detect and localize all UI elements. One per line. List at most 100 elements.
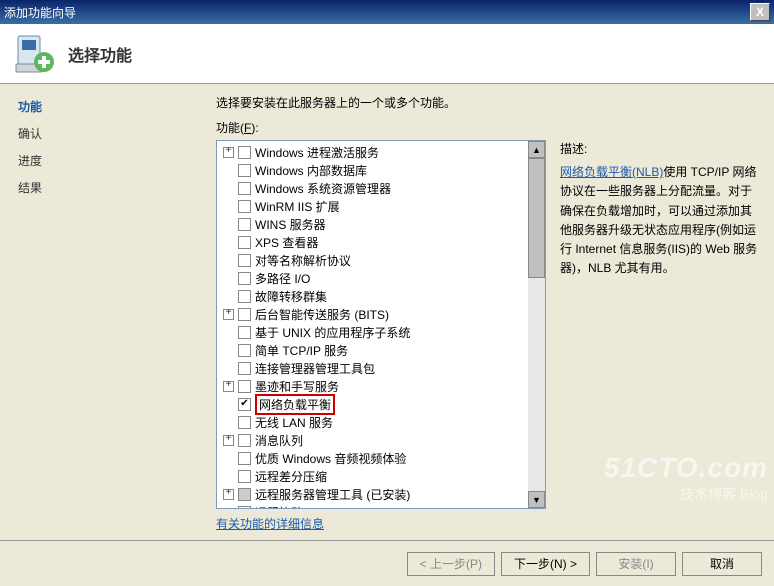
tree-label[interactable]: 后台智能传送服务 (BITS) xyxy=(255,306,389,323)
next-button[interactable]: 下一步(N) > xyxy=(501,552,590,576)
tree-row[interactable]: 连接管理器管理工具包 xyxy=(217,359,545,377)
checkbox[interactable] xyxy=(238,200,251,213)
tree-label[interactable]: 故障转移群集 xyxy=(255,288,327,305)
expand-toggle xyxy=(223,507,234,510)
checkbox[interactable] xyxy=(238,452,251,465)
tree-row[interactable]: 对等名称解析协议 xyxy=(217,251,545,269)
cancel-button[interactable]: 取消 xyxy=(682,552,762,576)
sidebar-step[interactable]: 功能 xyxy=(18,98,182,115)
checkbox[interactable] xyxy=(238,272,251,285)
scroll-down-button[interactable]: ▼ xyxy=(528,491,545,508)
tree-label[interactable]: 优质 Windows 音频视频体验 xyxy=(255,450,406,467)
tree-label[interactable]: 网络负载平衡 xyxy=(255,394,335,415)
tree-row[interactable]: 远程差分压缩 xyxy=(217,467,545,485)
sidebar-step[interactable]: 进度 xyxy=(18,152,182,169)
tree-label[interactable]: 多路径 I/O xyxy=(255,270,310,287)
expand-toggle[interactable]: + xyxy=(223,381,234,392)
prev-button[interactable]: < 上一步(P) xyxy=(407,552,495,576)
description-text: 使用 TCP/IP 网络协议在一些服务器上分配流量。对于确保在负载增加时，可以通… xyxy=(560,165,757,275)
expand-toggle xyxy=(223,201,234,212)
sidebar-step[interactable]: 确认 xyxy=(18,125,182,142)
checkbox[interactable] xyxy=(238,416,251,429)
checkbox[interactable] xyxy=(238,290,251,303)
expand-toggle xyxy=(223,453,234,464)
checkbox[interactable] xyxy=(238,344,251,357)
expand-toggle xyxy=(223,165,234,176)
tree-row[interactable]: 网络负载平衡 xyxy=(217,395,545,413)
checkbox[interactable] xyxy=(238,146,251,159)
tree-row[interactable]: 故障转移群集 xyxy=(217,287,545,305)
checkbox[interactable] xyxy=(238,470,251,483)
tree-row[interactable]: + Windows 进程激活服务 xyxy=(217,143,545,161)
expand-toggle xyxy=(223,273,234,284)
tree-label[interactable]: 对等名称解析协议 xyxy=(255,252,351,269)
more-info-link[interactable]: 有关功能的详细信息 xyxy=(216,517,324,531)
scrollbar-track[interactable]: ▲ ▼ xyxy=(528,141,545,508)
tree-label[interactable]: 简单 TCP/IP 服务 xyxy=(255,342,348,359)
checkbox[interactable] xyxy=(238,326,251,339)
features-label: 功能(F): xyxy=(216,119,758,136)
tree-row[interactable]: 远程协助 xyxy=(217,503,545,509)
tree-label[interactable]: 连接管理器管理工具包 xyxy=(255,360,375,377)
features-tree[interactable]: + Windows 进程激活服务Windows 内部数据库Windows 系统资源… xyxy=(216,140,546,509)
tree-row[interactable]: WinRM IIS 扩展 xyxy=(217,197,545,215)
checkbox[interactable] xyxy=(238,182,251,195)
sidebar-step[interactable]: 结果 xyxy=(18,179,182,196)
tree-row[interactable]: Windows 内部数据库 xyxy=(217,161,545,179)
expand-toggle[interactable]: + xyxy=(223,489,234,500)
tree-row[interactable]: 优质 Windows 音频视频体验 xyxy=(217,449,545,467)
checkbox[interactable] xyxy=(238,362,251,375)
install-button[interactable]: 安装(I) xyxy=(596,552,676,576)
tree-label[interactable]: WinRM IIS 扩展 xyxy=(255,198,340,215)
tree-row[interactable]: WINS 服务器 xyxy=(217,215,545,233)
tree-label[interactable]: Windows 进程激活服务 xyxy=(255,144,379,161)
description-link[interactable]: 网络负载平衡(NLB) xyxy=(560,165,663,179)
tree-label[interactable]: 远程差分压缩 xyxy=(255,468,327,485)
main-content: 选择要安装在此服务器上的一个或多个功能。 功能(F): +Windows 进程激… xyxy=(200,84,774,540)
tree-row[interactable]: 多路径 I/O xyxy=(217,269,545,287)
expand-toggle[interactable]: + xyxy=(223,309,234,320)
tree-label[interactable]: Windows 系统资源管理器 xyxy=(255,180,391,197)
description-panel: 描述: 网络负载平衡(NLB)使用 TCP/IP 网络协议在一些服务器上分配流量… xyxy=(560,140,758,509)
tree-label[interactable]: 基于 UNIX 的应用程序子系统 xyxy=(255,324,410,341)
tree-label[interactable]: 远程服务器管理工具 (已安装) xyxy=(255,486,410,503)
tree-row[interactable]: XPS 查看器 xyxy=(217,233,545,251)
tree-row[interactable]: 简单 TCP/IP 服务 xyxy=(217,341,545,359)
checkbox[interactable] xyxy=(238,488,251,501)
checkbox[interactable] xyxy=(238,254,251,267)
tree-label[interactable]: 远程协助 xyxy=(255,504,303,510)
expand-toggle xyxy=(223,237,234,248)
checkbox[interactable] xyxy=(238,164,251,177)
tree-row[interactable]: + 远程服务器管理工具 (已安装) xyxy=(217,485,545,503)
expand-toggle[interactable]: + xyxy=(223,147,234,158)
tree-row[interactable]: 无线 LAN 服务 xyxy=(217,413,545,431)
tree-row[interactable]: Windows 系统资源管理器 xyxy=(217,179,545,197)
checkbox[interactable] xyxy=(238,218,251,231)
checkbox[interactable] xyxy=(238,308,251,321)
tree-row[interactable]: + 消息队列 xyxy=(217,431,545,449)
checkbox[interactable] xyxy=(238,506,251,510)
close-button[interactable]: X xyxy=(750,3,770,21)
scroll-up-button[interactable]: ▲ xyxy=(528,141,545,158)
tree-row[interactable]: 基于 UNIX 的应用程序子系统 xyxy=(217,323,545,341)
expand-toggle[interactable]: + xyxy=(223,435,234,446)
description-body: 网络负载平衡(NLB)使用 TCP/IP 网络协议在一些服务器上分配流量。对于确… xyxy=(560,163,758,278)
checkbox[interactable] xyxy=(238,380,251,393)
tree-label[interactable]: 墨迹和手写服务 xyxy=(255,378,339,395)
tree-label[interactable]: XPS 查看器 xyxy=(255,234,318,251)
checkbox[interactable] xyxy=(238,236,251,249)
checkbox[interactable] xyxy=(238,434,251,447)
tree-label[interactable]: WINS 服务器 xyxy=(255,216,326,233)
expand-toggle xyxy=(223,291,234,302)
wizard-sidebar: 功能确认进度结果 xyxy=(0,84,200,540)
tree-label[interactable]: 无线 LAN 服务 xyxy=(255,414,333,431)
expand-toggle xyxy=(223,183,234,194)
tree-row[interactable]: + 墨迹和手写服务 xyxy=(217,377,545,395)
scrollbar-thumb[interactable] xyxy=(528,158,545,278)
tree-row[interactable]: + 后台智能传送服务 (BITS) xyxy=(217,305,545,323)
wizard-header: 选择功能 xyxy=(0,24,774,84)
tree-label[interactable]: Windows 内部数据库 xyxy=(255,162,367,179)
tree-label[interactable]: 消息队列 xyxy=(255,432,303,449)
checkbox[interactable] xyxy=(238,398,251,411)
wizard-icon xyxy=(12,32,56,76)
